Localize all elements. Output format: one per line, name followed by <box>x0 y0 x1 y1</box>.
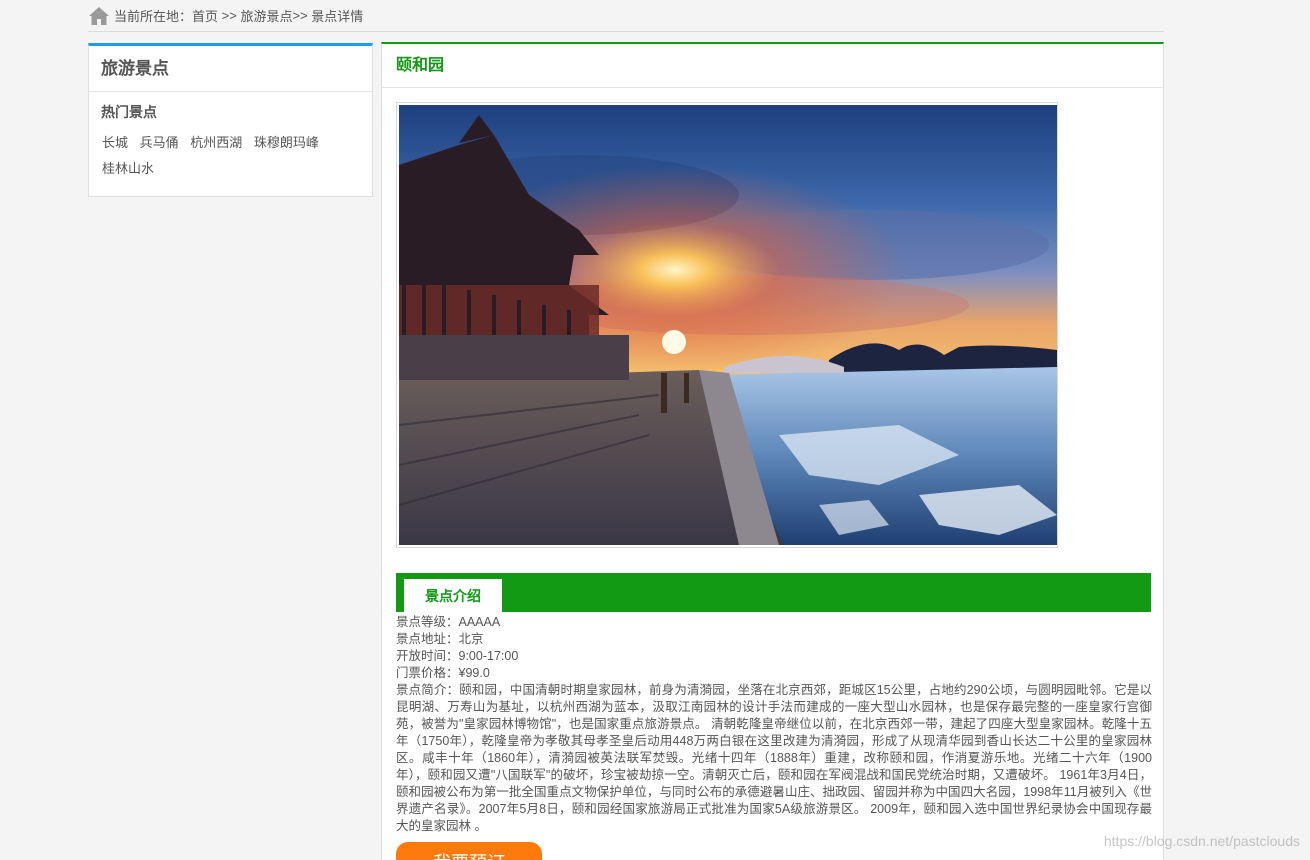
attraction-photo <box>396 102 1058 548</box>
sidebar-title: 旅游景点 <box>89 46 372 92</box>
attraction-address: 景点地址：北京 <box>396 632 484 646</box>
breadcrumb-category-link[interactable]: 旅游景点 <box>240 6 292 25</box>
home-icon <box>88 6 110 26</box>
breadcrumb-separator: >> <box>292 8 312 23</box>
hot-spot-link-west-lake[interactable]: 杭州西湖 <box>190 135 242 150</box>
attraction-info: 景点等级：AAAAA 景点地址：北京 开放时间：9:00-17:00 门票价格：… <box>396 614 1152 835</box>
sidebar: 旅游景点 热门景点 长城 兵马俑 杭州西湖 珠穆朗玛峰 桂林山水 <box>88 43 373 197</box>
breadcrumb-home-link[interactable]: 首页 <box>192 6 218 25</box>
attraction-level: 景点等级：AAAAA <box>396 615 501 629</box>
attraction-title: 颐和园 <box>382 44 1163 88</box>
page: 当前所在地： 首页 >> 旅游景点 >> 景点详情 旅游景点 热门景点 长城 兵… <box>0 0 1310 860</box>
hot-spot-link-great-wall[interactable]: 长城 <box>102 135 128 150</box>
hot-spot-link-terracotta[interactable]: 兵马俑 <box>140 135 179 150</box>
tab-bar: 景点介绍 <box>396 573 1151 612</box>
watermark: https://blog.csdn.net/pastclouds <box>1103 833 1300 849</box>
attraction-intro: 景点简介：颐和园，中国清朝时期皇家园林，前身为清漪园，坐落在北京西郊，距城区15… <box>396 683 1152 833</box>
sidebar-subtitle: 热门景点 <box>101 104 157 120</box>
hot-spot-link-everest[interactable]: 珠穆朗玛峰 <box>254 135 319 150</box>
attraction-detail-panel: 颐和园 景点介绍 景点等级：AAAAA 景点地址：北京 开放时间：9:00-17… <box>381 42 1164 860</box>
breadcrumb-separator: >> <box>218 8 241 23</box>
attraction-price: 门票价格：¥99.0 <box>396 666 490 680</box>
breadcrumb-current: 景点详情 <box>311 9 364 24</box>
hot-spot-link-guilin[interactable]: 桂林山水 <box>102 161 154 176</box>
book-button[interactable]: 我要预订 <box>396 842 542 860</box>
hot-spots-list: 长城 兵马俑 杭州西湖 珠穆朗玛峰 桂林山水 <box>89 122 339 182</box>
breadcrumb-prefix: 当前所在地： <box>114 9 193 24</box>
breadcrumb: 当前所在地： 首页 >> 旅游景点 >> 景点详情 <box>88 0 1164 32</box>
attraction-hours: 开放时间：9:00-17:00 <box>396 649 519 663</box>
tab-attraction-intro[interactable]: 景点介绍 <box>404 579 502 612</box>
